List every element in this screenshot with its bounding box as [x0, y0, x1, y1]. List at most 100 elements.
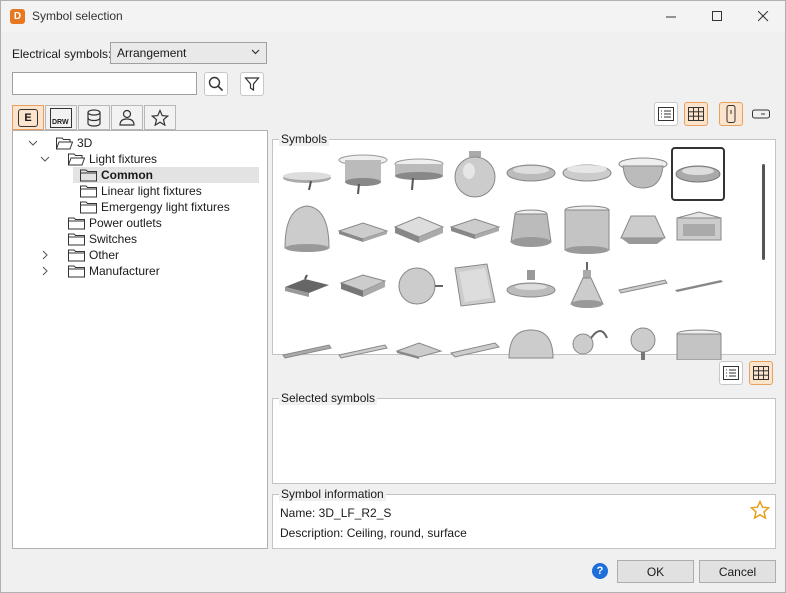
symbol-thumbnail[interactable]: [280, 315, 334, 369]
symbol-thumbnail[interactable]: [392, 315, 446, 369]
symbol-thumbnail[interactable]: [336, 259, 390, 313]
symbol-information-panel: Symbol information: [272, 487, 776, 549]
symbol-thumbnail[interactable]: [616, 203, 670, 257]
symbol-thumbnail-selected[interactable]: [671, 147, 725, 201]
symbol-thumbnail[interactable]: [392, 203, 446, 257]
horizontal-layout-icon: [752, 109, 770, 119]
category-select-value: Arrangement: [117, 46, 187, 60]
app-icon: D: [10, 9, 25, 24]
tree-item-label: Manufacturer: [89, 264, 160, 278]
symbol-thumbnail[interactable]: [336, 147, 390, 201]
symbol-thumbnail[interactable]: [616, 315, 670, 369]
vertical-layout-button[interactable]: [719, 102, 743, 126]
symbols-scrollbar-thumb[interactable]: [762, 164, 765, 260]
close-button[interactable]: [740, 1, 786, 32]
drw-file-icon: DRW: [50, 107, 72, 128]
database-icon: [87, 108, 101, 127]
tree-item-emergency-light-fixtures[interactable]: Emergengy light fixtures: [80, 199, 230, 215]
selected-list-view-button[interactable]: [719, 361, 743, 385]
help-icon[interactable]: ?: [592, 563, 608, 579]
symbol-thumbnail[interactable]: [560, 203, 614, 257]
symbol-thumbnail[interactable]: [392, 259, 446, 313]
symbol-thumbnail[interactable]: [560, 315, 614, 369]
folder-open-icon: [68, 153, 85, 165]
tree-item-light-fixtures[interactable]: Light fixtures: [68, 151, 157, 167]
folder-icon: [68, 249, 85, 261]
symbol-thumbnail[interactable]: [672, 259, 726, 313]
symbol-thumbnail[interactable]: [504, 203, 558, 257]
folder-icon: [80, 185, 97, 197]
tree-item-label: Emergengy light fixtures: [101, 200, 230, 214]
cancel-button[interactable]: Cancel: [699, 560, 776, 583]
filter-icon: [244, 77, 260, 92]
symbol-thumbnail[interactable]: [504, 315, 558, 369]
star-icon: [749, 499, 771, 520]
folder-icon: [68, 217, 85, 229]
selected-symbols-label: Selected symbols: [279, 391, 378, 405]
symbol-thumbnail[interactable]: [336, 203, 390, 257]
favorite-button[interactable]: [749, 499, 771, 520]
tree-item-common[interactable]: Common: [73, 167, 259, 183]
symbol-thumbnail[interactable]: [392, 147, 446, 201]
tab-user[interactable]: [111, 105, 143, 130]
category-label: Electrical symbols:: [12, 47, 112, 61]
symbol-thumbnail[interactable]: [560, 259, 614, 313]
folder-icon: [68, 233, 85, 245]
electrical-tab-icon: E: [18, 108, 38, 127]
symbol-thumbnail[interactable]: [672, 203, 726, 257]
symbol-thumbnail[interactable]: [448, 259, 502, 313]
symbol-thumbnail[interactable]: [616, 147, 670, 201]
tree-item-label: 3D: [77, 136, 93, 150]
close-icon: [757, 11, 768, 22]
tree-item-manufacturer[interactable]: Manufacturer: [68, 263, 160, 279]
tree-item-label: Power outlets: [89, 216, 162, 230]
selected-symbols-panel: Selected symbols: [272, 391, 776, 484]
tree-item-power-outlets[interactable]: Power outlets: [68, 215, 162, 231]
tab-favorites[interactable]: [144, 105, 176, 130]
chevron-down-icon: [28, 140, 38, 146]
symbol-thumbnail[interactable]: [280, 203, 334, 257]
chevron-right-icon: [42, 250, 48, 260]
symbol-thumbnail[interactable]: [336, 315, 390, 369]
symbol-thumbnail[interactable]: [504, 259, 558, 313]
tree-item-linear-light-fixtures[interactable]: Linear light fixtures: [80, 183, 202, 199]
symbol-thumbnail[interactable]: [560, 147, 614, 201]
symbol-thumbnail[interactable]: [504, 147, 558, 201]
symbols-panel-label: Symbols: [279, 132, 330, 146]
search-button[interactable]: [204, 72, 228, 96]
minimize-button[interactable]: [648, 1, 694, 32]
folder-icon: [68, 265, 85, 277]
symbol-thumbnail[interactable]: [280, 147, 334, 201]
window-title: Symbol selection: [32, 9, 123, 23]
grid-view-icon: [688, 107, 704, 121]
selected-grid-view-button[interactable]: [749, 361, 773, 385]
horizontal-layout-button[interactable]: [749, 102, 773, 126]
category-select[interactable]: Arrangement: [110, 42, 267, 64]
symbol-information-label: Symbol information: [279, 487, 386, 501]
list-view-button[interactable]: [654, 102, 678, 126]
search-input[interactable]: [12, 72, 197, 95]
tree-item-3d[interactable]: 3D: [56, 135, 92, 151]
vertical-layout-icon: [726, 105, 736, 123]
tree-item-other[interactable]: Other: [68, 247, 119, 263]
ok-button[interactable]: OK: [617, 560, 694, 583]
list-view-icon: [658, 107, 674, 121]
symbol-thumbnail[interactable]: [448, 147, 502, 201]
tree-item-switches[interactable]: Switches: [68, 231, 137, 247]
symbol-thumbnail[interactable]: [448, 203, 502, 257]
folder-icon: [80, 201, 97, 213]
tab-database[interactable]: [78, 105, 110, 130]
maximize-button[interactable]: [694, 1, 740, 32]
tab-electrical[interactable]: E: [12, 105, 44, 130]
grid-view-button[interactable]: [684, 102, 708, 126]
tab-drw[interactable]: DRW: [45, 105, 77, 130]
star-icon: [151, 108, 169, 126]
user-icon: [119, 109, 135, 126]
chevron-down-icon: [40, 156, 50, 162]
chevron-right-icon: [42, 266, 48, 276]
symbol-thumbnail[interactable]: [280, 259, 334, 313]
symbol-thumbnail[interactable]: [672, 315, 726, 369]
filter-button[interactable]: [240, 72, 264, 96]
symbol-thumbnail[interactable]: [616, 259, 670, 313]
symbol-thumbnail[interactable]: [448, 315, 502, 369]
